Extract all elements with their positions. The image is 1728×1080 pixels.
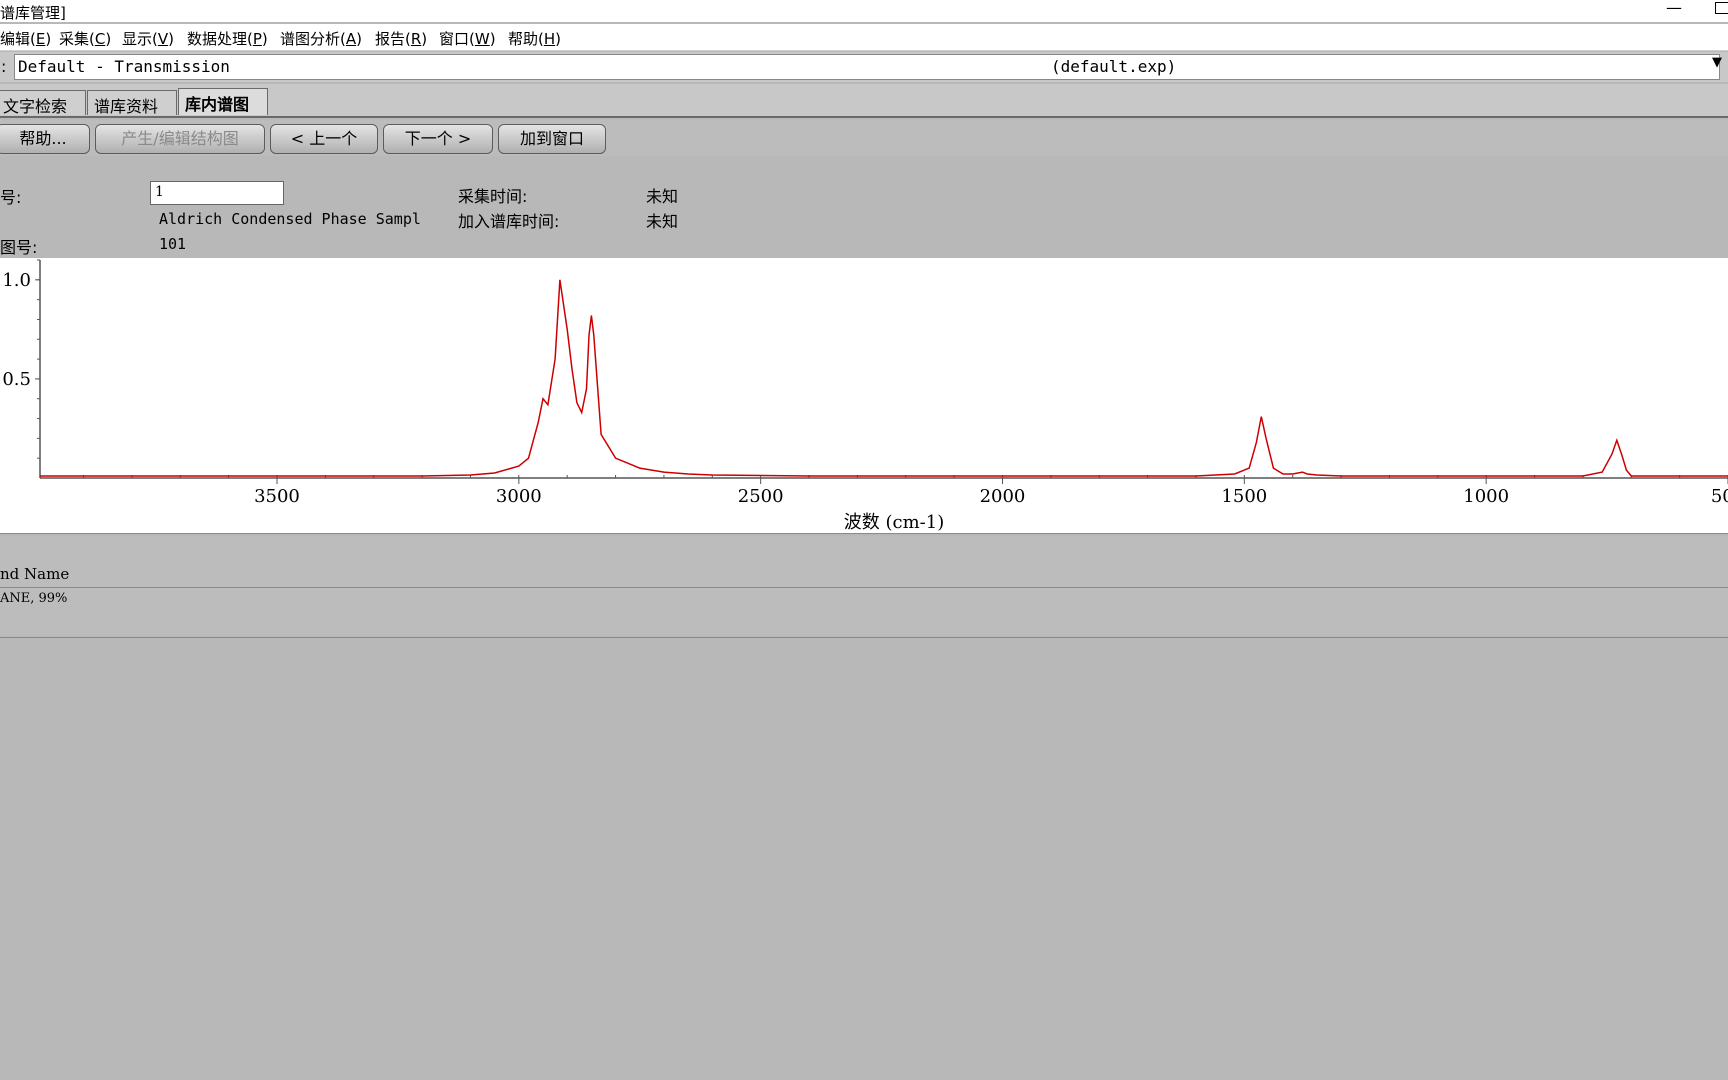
added-time-value: 未知 bbox=[646, 212, 679, 231]
spectrum-number-input[interactable]: 1 bbox=[150, 181, 284, 205]
menu-collect[interactable]: 采集(C) bbox=[59, 28, 111, 49]
menu-edit[interactable]: 编辑(E) bbox=[0, 28, 51, 49]
added-time-label: 加入谱库时间: bbox=[458, 212, 560, 231]
collect-time-label: 采集时间: bbox=[458, 187, 528, 206]
x-tick-label: 1500 bbox=[1221, 486, 1267, 507]
spectrum-line bbox=[40, 279, 1728, 477]
column-header-compound-name: nd Name bbox=[0, 565, 70, 583]
maximize-icon[interactable] bbox=[1715, 2, 1728, 14]
x-tick-label: 1000 bbox=[1463, 486, 1509, 507]
y-tick-label: 1.0 bbox=[2, 270, 31, 291]
chart-divider bbox=[0, 533, 1728, 534]
title-bar: 谱库管理] — bbox=[0, 0, 1728, 22]
compound-table bbox=[0, 536, 1728, 636]
experiment-label: : bbox=[1, 57, 7, 76]
chevron-down-icon[interactable]: ▼ bbox=[1712, 55, 1722, 70]
spectrum-svg: 3500 3000 2500 2000 1500 1000 500 1.0 0.5 波数 (cm-… bbox=[2, 259, 1728, 533]
collect-time-value: 未知 bbox=[646, 187, 679, 206]
experiment-bar: : Default - Transmission (default.exp) ▼ bbox=[0, 52, 1728, 82]
number-label: 号: bbox=[0, 188, 22, 207]
menu-report[interactable]: 报告(R) bbox=[375, 28, 427, 49]
tab-bar: 文字检索 谱库资料 库内谱图 bbox=[0, 84, 1728, 118]
menu-window[interactable]: 窗口(W) bbox=[439, 28, 496, 49]
index-value: 101 bbox=[159, 235, 187, 253]
help-button[interactable]: 帮助... bbox=[0, 124, 90, 154]
x-tick-label: 500 bbox=[1711, 486, 1728, 507]
tab-library-spectra[interactable]: 库内谱图 bbox=[178, 88, 268, 115]
edit-structure-button[interactable]: 产生/编辑结构图 bbox=[95, 124, 265, 154]
table-bottom-divider bbox=[0, 637, 1728, 638]
menu-analyze[interactable]: 谱图分析(A) bbox=[280, 28, 362, 49]
window-title: 谱库管理] bbox=[0, 4, 66, 22]
previous-button[interactable]: < 上一个 bbox=[270, 124, 378, 154]
experiment-file: (default.exp) bbox=[1051, 57, 1177, 76]
experiment-select[interactable]: Default - Transmission (default.exp) bbox=[14, 54, 1720, 80]
spectrum-chart[interactable]: 3500 3000 2500 2000 1500 1000 500 1.0 0.5 波数 (cm-… bbox=[0, 258, 1728, 533]
menu-process[interactable]: 数据处理(P) bbox=[187, 28, 268, 49]
menu-help[interactable]: 帮助(H) bbox=[508, 28, 561, 49]
next-button[interactable]: 下一个 > bbox=[383, 124, 493, 154]
tab-divider bbox=[0, 116, 1728, 118]
x-tick-label: 3000 bbox=[496, 486, 542, 507]
x-tick-label: 3500 bbox=[254, 486, 300, 507]
experiment-name: Default - Transmission bbox=[18, 57, 230, 76]
minimize-icon[interactable]: — bbox=[1666, 0, 1682, 17]
menu-bar: 编辑(E) 采集(C) 显示(V) 数据处理(P) 谱图分析(A) 报告(R) … bbox=[0, 24, 1728, 51]
tab-text-search[interactable]: 文字检索 bbox=[0, 90, 86, 116]
add-to-window-button[interactable]: 加到窗口 bbox=[498, 124, 606, 154]
table-header-divider bbox=[0, 587, 1728, 588]
button-toolbar: 帮助... 产生/编辑结构图 < 上一个 下一个 > 加到窗口 bbox=[0, 120, 1728, 156]
x-axis-label: 波数 (cm-1) bbox=[844, 512, 944, 533]
tab-library-info[interactable]: 谱库资料 bbox=[87, 90, 177, 116]
x-tick-label: 2500 bbox=[738, 486, 784, 507]
table-row[interactable]: ANE, 99% bbox=[0, 591, 67, 606]
y-tick-label: 0.5 bbox=[2, 369, 31, 390]
library-name: Aldrich Condensed Phase Sampl bbox=[159, 210, 421, 228]
x-tick-label: 2000 bbox=[980, 486, 1026, 507]
index-label: 图号: bbox=[0, 238, 38, 257]
menu-view[interactable]: 显示(V) bbox=[122, 28, 174, 49]
